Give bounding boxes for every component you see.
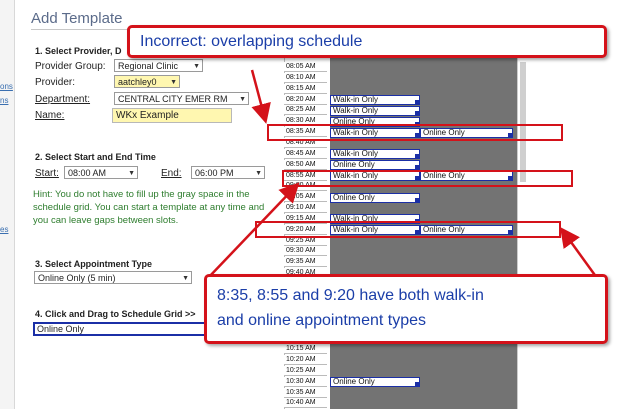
- arrow-to-0920: [560, 226, 599, 279]
- arrow-to-0855: [207, 182, 300, 279]
- callout-explanation: 8:35, 8:55 and 9:20 have both walk-in an…: [204, 274, 608, 344]
- arrow-to-0835: [250, 69, 271, 124]
- callout-incorrect-text: Incorrect: overlapping schedule: [140, 33, 363, 50]
- callout-explanation-line1: 8:35, 8:55 and 9:20 have both walk-in: [217, 287, 484, 304]
- callout-incorrect: Incorrect: overlapping schedule: [127, 25, 607, 58]
- annotation-arrows: [207, 69, 599, 279]
- callout-explanation-line2: and online appointment types: [217, 312, 427, 329]
